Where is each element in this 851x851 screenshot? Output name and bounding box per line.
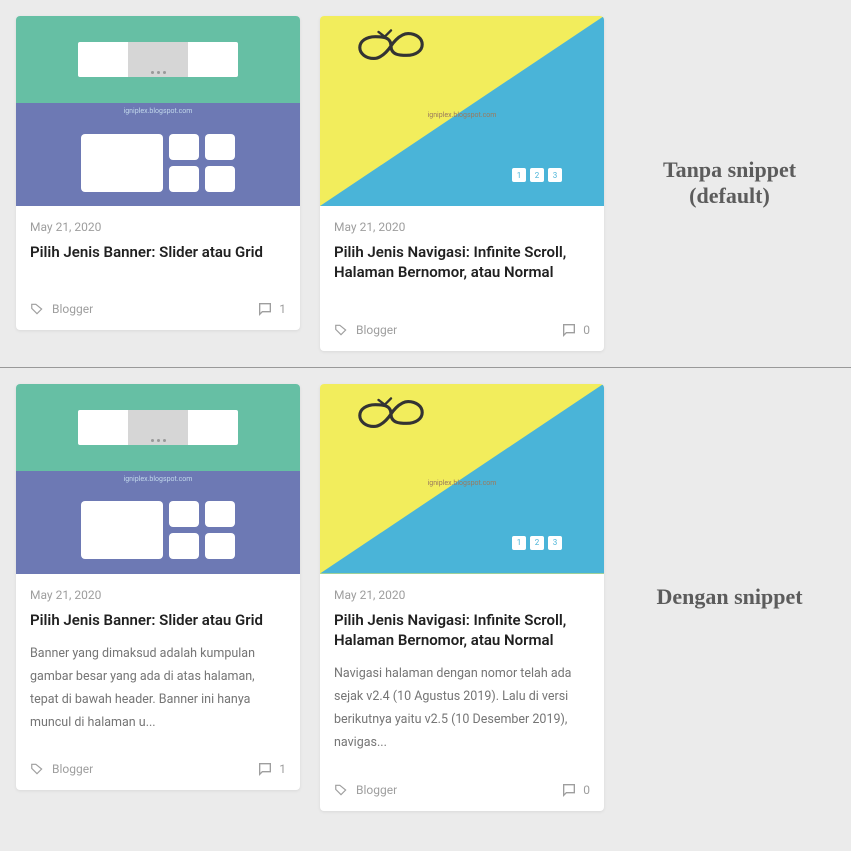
post-snippet: Navigasi halaman dengan nomor telah ada … (334, 662, 590, 755)
comment-count: 0 (583, 323, 590, 337)
tag-icon (334, 783, 348, 797)
watermark: igniplex.blogspot.com (16, 471, 300, 487)
post-title[interactable]: Pilih Jenis Banner: Slider atau Grid (30, 242, 286, 262)
tag-icon (30, 762, 44, 776)
infinity-icon (352, 396, 430, 436)
section-label: Tanpa snippet (default) (624, 157, 835, 209)
post-card[interactable]: igniplex.blogspot.com 1 2 3 May 21, 2020… (320, 384, 604, 811)
comment-icon (257, 761, 273, 777)
slider-graphic (78, 410, 238, 445)
comment-icon (561, 322, 577, 338)
tag-icon (334, 323, 348, 337)
post-thumbnail: igniplex.blogspot.com 1 2 3 (320, 384, 604, 574)
pagination-graphic: 1 2 3 (512, 168, 562, 182)
post-title[interactable]: Pilih Jenis Banner: Slider atau Grid (30, 610, 286, 630)
watermark: igniplex.blogspot.com (428, 479, 497, 487)
post-date: May 21, 2020 (30, 220, 286, 234)
section-without-snippet: igniplex.blogspot.com May 21, 2020 Pilih… (0, 0, 851, 367)
post-category[interactable]: Blogger (52, 302, 93, 316)
post-title[interactable]: Pilih Jenis Navigasi: Infinite Scroll, H… (334, 610, 590, 651)
comment-count: 1 (279, 302, 286, 316)
post-category[interactable]: Blogger (356, 323, 397, 337)
tag-icon (30, 302, 44, 316)
post-category[interactable]: Blogger (52, 762, 93, 776)
grid-graphic (81, 501, 163, 559)
comment-count: 0 (583, 783, 590, 797)
comment-count: 1 (279, 762, 286, 776)
section-label: Dengan snippet (624, 584, 835, 610)
post-snippet: Banner yang dimaksud adalah kumpulan gam… (30, 642, 286, 735)
slider-graphic (78, 42, 238, 77)
post-card[interactable]: igniplex.blogspot.com May 21, 2020 Pilih… (16, 16, 300, 330)
post-category[interactable]: Blogger (356, 783, 397, 797)
post-date: May 21, 2020 (334, 588, 590, 602)
section-with-snippet: igniplex.blogspot.com May 21, 2020 Pilih… (0, 368, 851, 827)
post-date: May 21, 2020 (334, 220, 590, 234)
watermark: igniplex.blogspot.com (16, 103, 300, 119)
infinity-icon (352, 28, 430, 68)
comment-icon (257, 301, 273, 317)
watermark: igniplex.blogspot.com (428, 111, 497, 119)
post-title[interactable]: Pilih Jenis Navigasi: Infinite Scroll, H… (334, 242, 590, 283)
grid-graphic (81, 134, 163, 192)
post-card[interactable]: igniplex.blogspot.com 1 2 3 May 21, 2020… (320, 16, 604, 351)
pagination-graphic: 1 2 3 (512, 536, 562, 550)
post-date: May 21, 2020 (30, 588, 286, 602)
post-thumbnail: igniplex.blogspot.com 1 2 3 (320, 16, 604, 206)
post-card[interactable]: igniplex.blogspot.com May 21, 2020 Pilih… (16, 384, 300, 791)
post-thumbnail: igniplex.blogspot.com (16, 16, 300, 206)
post-thumbnail: igniplex.blogspot.com (16, 384, 300, 574)
comment-icon (561, 782, 577, 798)
